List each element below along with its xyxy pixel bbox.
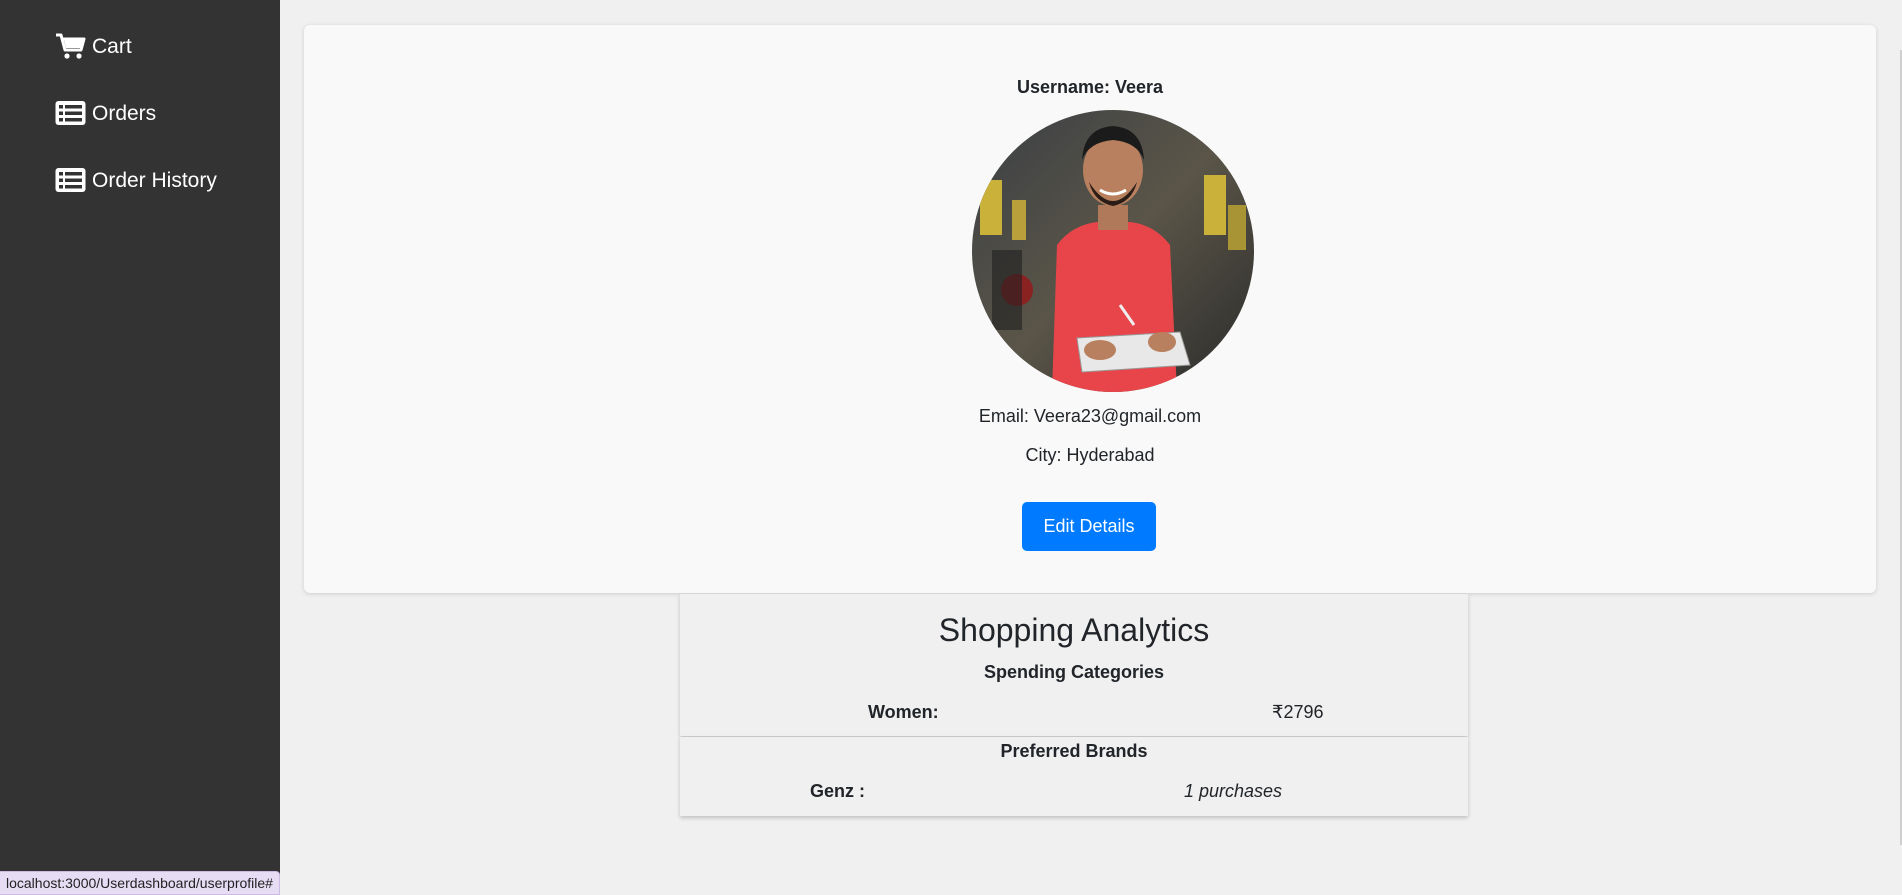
- sidebar-item-label: Orders: [92, 101, 157, 125]
- email-text: Email: Veera23@gmail.com: [978, 406, 1202, 426]
- status-bar-url: localhost:3000/Userdashboard/userprofile…: [0, 871, 280, 895]
- sidebar-item-orders[interactable]: Orders: [55, 100, 156, 127]
- edit-details-button[interactable]: Edit Details: [1022, 502, 1156, 551]
- main-content: Username: Veera Email: Veera23@gmail.com…: [280, 0, 1902, 895]
- spending-categories-heading: Spending Categories: [983, 662, 1165, 682]
- category-label: Women:: [868, 702, 939, 722]
- analytics-title: Shopping Analytics: [938, 612, 1210, 648]
- brand-value: 1 purchases: [1184, 781, 1283, 801]
- city-text: City: Hyderabad: [1025, 445, 1155, 465]
- preferred-brands-panel: Preferred Brands Genz : 1 purchases: [680, 737, 1468, 816]
- cart-icon: [55, 33, 86, 60]
- profile-card: Username: Veera Email: Veera23@gmail.com…: [304, 25, 1876, 593]
- shopping-analytics-panel: Shopping Analytics Spending Categories W…: [680, 594, 1468, 736]
- avatar: [972, 110, 1254, 392]
- sidebar-item-label: Order History: [92, 168, 217, 192]
- list-icon: [55, 100, 86, 127]
- sidebar-item-cart[interactable]: Cart: [55, 33, 132, 60]
- username: Username: Veera: [1016, 77, 1164, 97]
- brand-label: Genz :: [810, 781, 866, 801]
- sidebar-item-order-history[interactable]: Order History: [55, 167, 217, 194]
- sidebar: Cart Orders Order History: [0, 0, 280, 895]
- list-icon: [55, 167, 86, 194]
- avatar-image: [972, 110, 1254, 392]
- preferred-brands-heading: Preferred Brands: [1000, 741, 1148, 761]
- category-value: ₹2796: [1272, 702, 1324, 722]
- sidebar-item-label: Cart: [92, 34, 132, 58]
